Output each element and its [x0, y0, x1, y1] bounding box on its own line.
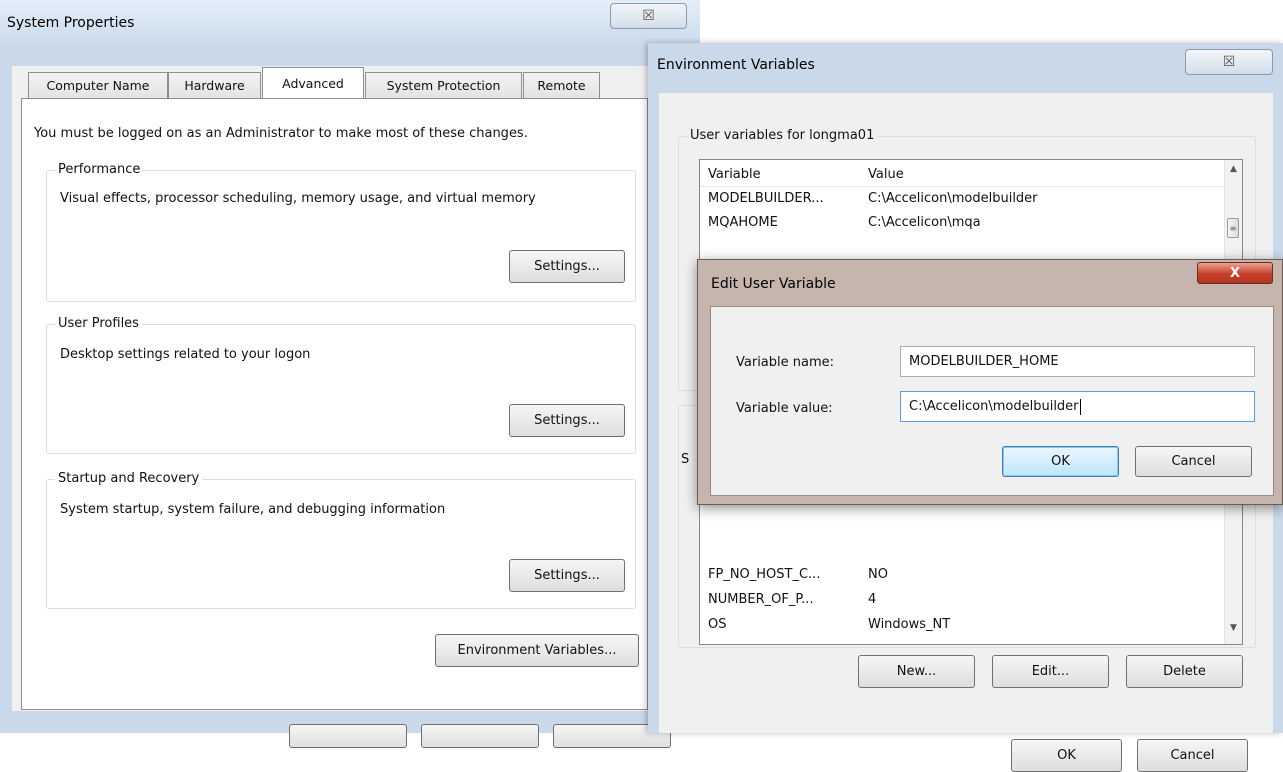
system-variable-value: Windows_NT [868, 616, 951, 632]
user-variable-name: MODELBUILDER... [708, 190, 824, 206]
user-profiles-description: Desktop settings related to your logon [60, 347, 311, 362]
variable-value-input-text: C:\Accelicon\modelbuilder [909, 399, 1079, 414]
edit-user-variable-title: Edit User Variable [711, 276, 836, 292]
startup-recovery-group-title: Startup and Recovery [55, 471, 203, 486]
environment-variables-button[interactable]: Environment Variables... [435, 634, 639, 667]
environment-variables-cancel-button[interactable]: Cancel [1137, 739, 1248, 772]
system-variable-name: FP_NO_HOST_C... [708, 566, 821, 582]
scroll-up-icon[interactable]: ▲ [1225, 160, 1242, 177]
system-properties-window: System Properties ☒ Computer Name Hardwa… [0, 0, 700, 748]
system-variable-value: NO [868, 566, 888, 582]
system-variable-row[interactable]: NUMBER_OF_P... 4 [700, 587, 1227, 611]
system-variable-row[interactable]: OS Windows_NT [700, 612, 1227, 636]
user-variables-list[interactable]: Variable Value MODELBUILDER... C:\Acceli… [699, 159, 1243, 261]
system-variable-row[interactable]: FP_NO_HOST_C... NO [700, 562, 1227, 586]
environment-variables-close-icon[interactable]: ☒ [1185, 49, 1273, 75]
user-variables-header: Variable Value [700, 162, 1227, 187]
tab-computer-name[interactable]: Computer Name [28, 72, 168, 98]
tab-advanced[interactable]: Advanced [262, 67, 364, 98]
variable-value-input[interactable]: C:\Accelicon\modelbuilder [900, 391, 1255, 422]
user-variables-scrollbar[interactable]: ▲ ≡ [1224, 160, 1242, 260]
admin-notice: You must be logged on as an Administrato… [34, 126, 528, 141]
system-properties-ok-button[interactable] [289, 724, 407, 748]
performance-settings-button[interactable]: Settings... [509, 250, 625, 283]
tab-system-protection[interactable]: System Protection [365, 72, 522, 98]
startup-recovery-group: Startup and Recovery System startup, sys… [46, 471, 636, 609]
performance-description: Visual effects, processor scheduling, me… [60, 191, 536, 206]
performance-group: Performance Visual effects, processor sc… [46, 162, 636, 302]
system-variable-name: NUMBER_OF_P... [708, 591, 814, 607]
column-header-variable[interactable]: Variable [708, 167, 858, 182]
delete-variable-button[interactable]: Delete [1126, 655, 1243, 688]
user-variable-value: C:\Accelicon\mqa [868, 214, 981, 230]
variable-name-input-text: MODELBUILDER_HOME [909, 354, 1059, 369]
user-variable-row[interactable]: MODELBUILDER... C:\Accelicon\modelbuilde… [700, 186, 1227, 210]
user-variables-group-title: User variables for longma01 [687, 128, 878, 143]
user-variable-value: C:\Accelicon\modelbuilder [868, 190, 1038, 206]
column-header-value[interactable]: Value [868, 167, 904, 182]
startup-recovery-settings-button[interactable]: Settings... [509, 559, 625, 592]
advanced-tab-panel: You must be logged on as an Administrato… [21, 98, 648, 710]
user-profiles-group-title: User Profiles [55, 316, 142, 331]
tab-remote[interactable]: Remote [523, 72, 600, 98]
user-profiles-settings-button[interactable]: Settings... [509, 404, 625, 437]
variable-name-label: Variable name: [736, 355, 835, 370]
startup-recovery-description: System startup, system failure, and debu… [60, 502, 446, 517]
system-variable-value: 4 [868, 591, 877, 607]
user-profiles-group: User Profiles Desktop settings related t… [46, 316, 636, 454]
environment-variables-title: Environment Variables [657, 57, 815, 73]
environment-variables-ok-button[interactable]: OK [1011, 739, 1122, 772]
system-variable-name: OS [708, 616, 727, 632]
user-variable-row[interactable]: MQAHOME C:\Accelicon\mqa [700, 210, 1227, 234]
scroll-thumb-icon[interactable]: ≡ [1227, 218, 1239, 238]
system-variables-group-title: S [681, 452, 690, 467]
variable-name-input[interactable]: MODELBUILDER_HOME [900, 346, 1255, 377]
user-variable-name: MQAHOME [708, 214, 778, 230]
tab-hardware[interactable]: Hardware [168, 72, 261, 98]
edit-user-variable-close-icon[interactable]: X [1197, 262, 1273, 284]
performance-group-title: Performance [55, 162, 144, 177]
edit-variable-cancel-button[interactable]: Cancel [1135, 446, 1252, 477]
new-variable-button[interactable]: New... [858, 655, 975, 688]
edit-user-variable-body: Variable name: MODELBUILDER_HOME Variabl… [710, 306, 1274, 496]
variable-value-label: Variable value: [736, 401, 833, 416]
system-properties-cancel-button[interactable] [421, 724, 539, 748]
edit-variable-ok-button[interactable]: OK [1002, 446, 1119, 477]
text-caret [1079, 398, 1081, 415]
scroll-down-icon[interactable]: ▼ [1225, 619, 1242, 636]
edit-variable-button[interactable]: Edit... [992, 655, 1109, 688]
system-properties-tabstrip: Computer Name Hardware Advanced System P… [0, 0, 700, 110]
edit-user-variable-dialog: Edit User Variable X Variable name: MODE… [697, 259, 1283, 505]
